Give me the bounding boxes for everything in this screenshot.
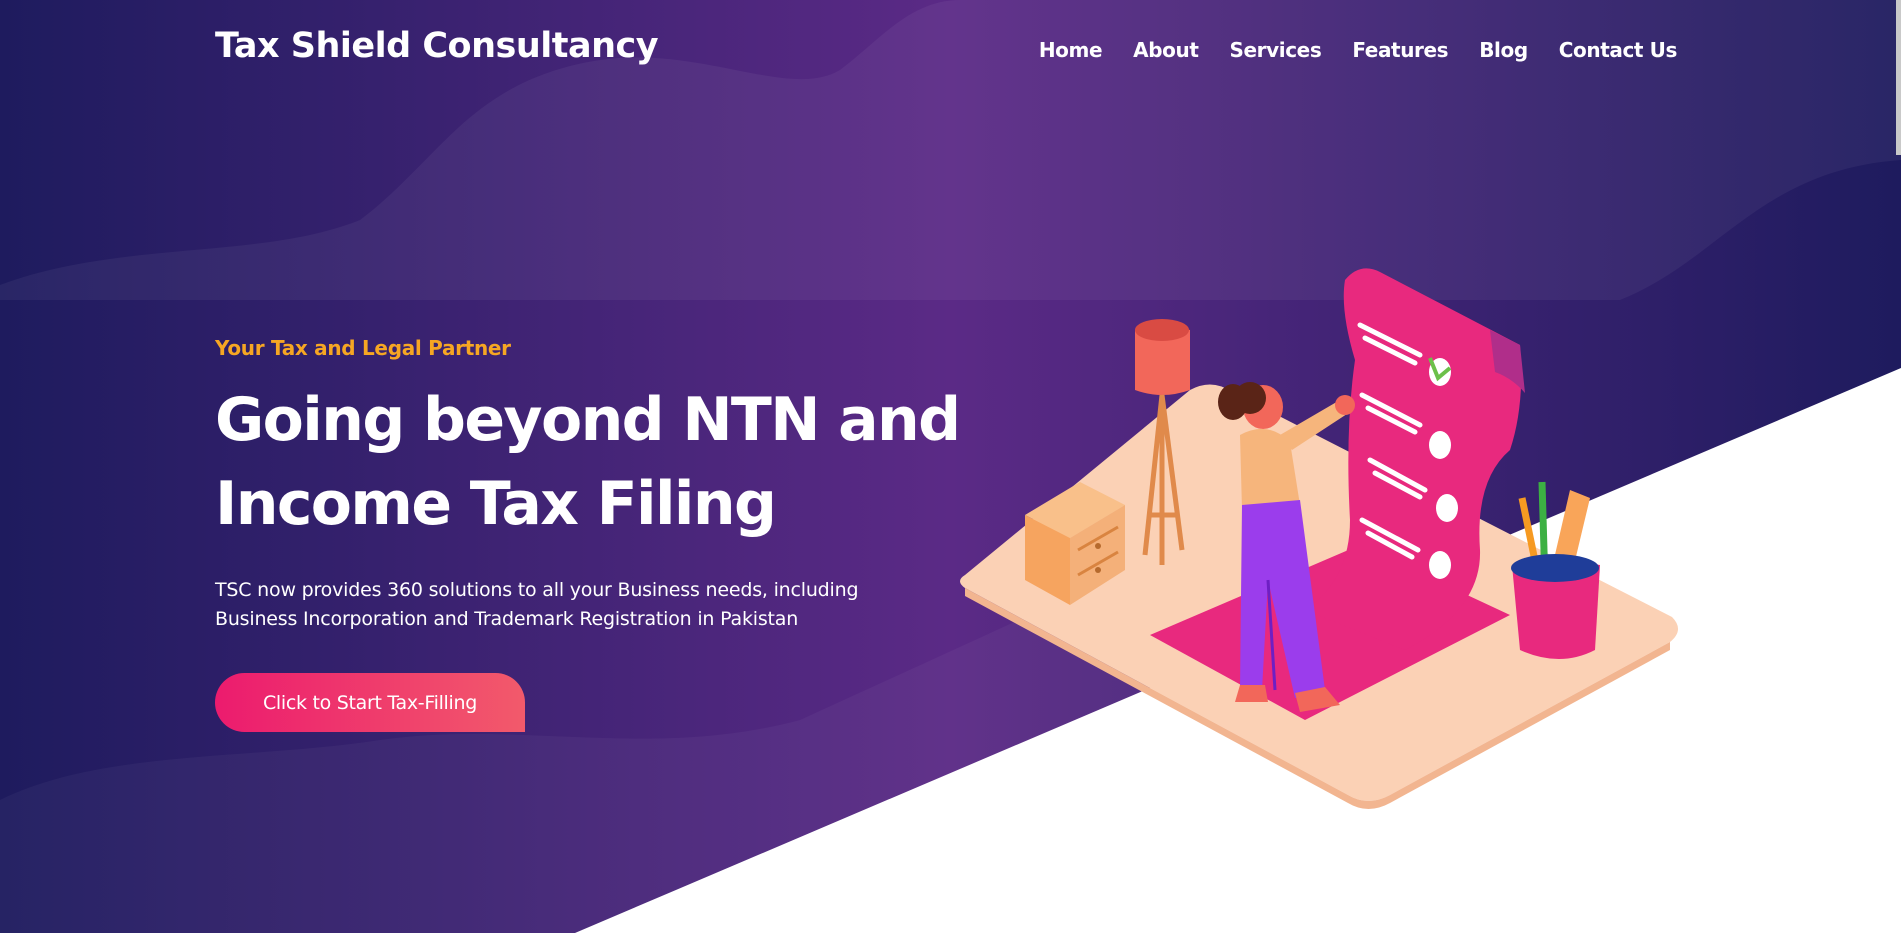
nav-link-about[interactable]: About [1133,38,1199,62]
pencil-cup-icon [1511,481,1600,659]
nav-link-blog[interactable]: Blog [1479,38,1528,62]
hero-headline-line-2: Income Tax Filing [215,469,777,539]
hero-description: TSC now provides 360 solutions to all yo… [215,576,895,634]
nav-menu: Home About Services Features Blog Contac… [1008,38,1678,62]
brand-logo[interactable]: Tax Shield Consultancy [215,26,659,66]
nav-link-home[interactable]: Home [1039,38,1103,62]
hero-headline-line-1: Going beyond NTN and [215,385,961,455]
navbar: Tax Shield Consultancy Home About Servic… [0,0,1901,100]
nav-link-services[interactable]: Services [1229,38,1321,62]
hero-content: Your Tax and Legal Partner Going beyond … [215,336,975,732]
scrollbar[interactable] [1896,0,1901,155]
hero-description-line-1: TSC now provides 360 solutions to all yo… [215,579,859,601]
start-tax-filing-button[interactable]: Click to Start Tax-Filling [215,673,525,732]
nav-link-features[interactable]: Features [1352,38,1448,62]
hero-headline: Going beyond NTN and Income Tax Filing [215,378,975,546]
nav-link-contact-us[interactable]: Contact Us [1559,38,1678,62]
hero-description-line-2: Business Incorporation and Trademark Reg… [215,608,799,630]
tax-checklist-illustration [960,268,1679,809]
hero-tagline: Your Tax and Legal Partner [215,336,511,360]
